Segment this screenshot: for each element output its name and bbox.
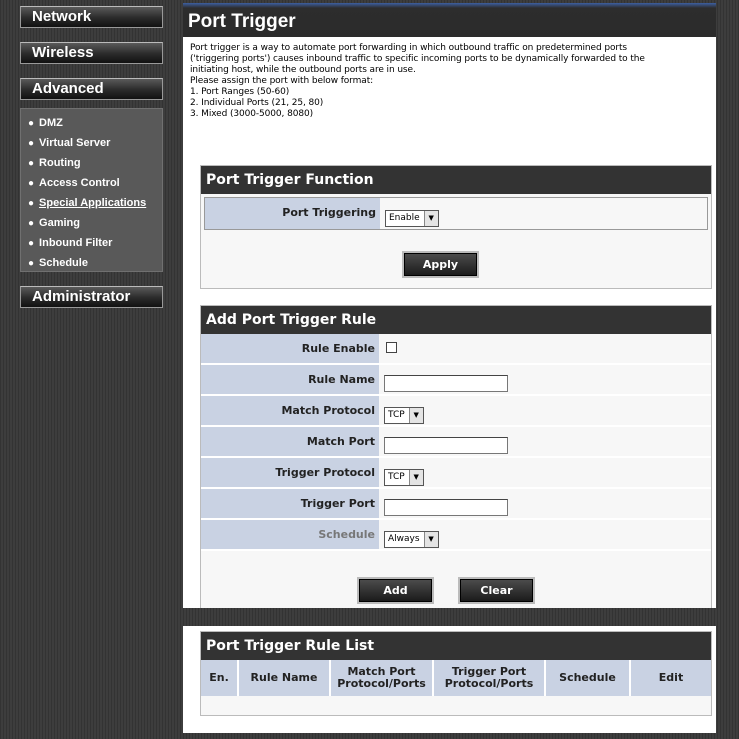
sidebar-item-virtual-server[interactable]: ● Virtual Server	[28, 137, 110, 153]
description-line: 3. Mixed (3000-5000, 8080)	[190, 109, 313, 119]
match-port-label: Match Port	[201, 427, 379, 456]
col-match-port: Match Port Protocol/Ports	[330, 660, 434, 696]
sidebar-item-schedule[interactable]: ● Schedule	[28, 257, 88, 273]
sidebar-item-label: Routing	[39, 157, 81, 169]
rule-enable-label: Rule Enable	[201, 334, 379, 363]
col-rule-name: Rule Name	[238, 660, 331, 696]
bullet-icon: ●	[28, 218, 35, 229]
description-line: 2. Individual Ports (21, 25, 80)	[190, 98, 324, 108]
chevron-down-icon[interactable]: ▼	[408, 407, 423, 423]
match-protocol-label: Match Protocol	[201, 396, 379, 425]
bullet-icon: ●	[28, 118, 35, 129]
schedule-label: Schedule	[201, 520, 379, 549]
chevron-down-icon[interactable]: ▼	[423, 531, 438, 547]
page-description: Port trigger is a way to automate port f…	[183, 37, 716, 120]
match-protocol-row: Match Protocol TCP ▼	[201, 396, 711, 427]
sidebar-item-special-applications[interactable]: ● Special Applications	[28, 197, 146, 213]
description-line: ('triggering ports') causes inbound traf…	[190, 54, 645, 64]
match-protocol-select[interactable]: TCP ▼	[384, 406, 424, 424]
match-port-row: Match Port	[201, 427, 711, 458]
match-port-input[interactable]	[384, 437, 508, 454]
port-trigger-function-section: Port Trigger Function Port Triggering En…	[200, 165, 712, 289]
menu-wireless[interactable]: Wireless	[20, 42, 163, 64]
col-en: En.	[201, 660, 239, 696]
select-value: TCP	[388, 410, 405, 420]
bullet-icon: ●	[28, 238, 35, 249]
description-line: Please assign the port with below format…	[190, 76, 374, 86]
port-triggering-label: Port Triggering	[205, 198, 380, 229]
rule-enable-row: Rule Enable	[201, 334, 711, 365]
trigger-protocol-row: Trigger Protocol TCP ▼	[201, 458, 711, 489]
rule-name-input[interactable]	[384, 375, 508, 392]
sidebar-item-inbound-filter[interactable]: ● Inbound Filter	[28, 237, 112, 253]
sidebar-item-gaming[interactable]: ● Gaming	[28, 217, 80, 233]
menu-administrator[interactable]: Administrator	[20, 286, 163, 308]
sidebar-item-label: Virtual Server	[39, 137, 111, 149]
schedule-select[interactable]: Always ▼	[384, 530, 439, 548]
sidebar-item-label: Access Control	[39, 177, 120, 189]
add-port-trigger-rule-section: Add Port Trigger Rule Rule Enable Rule N…	[200, 305, 712, 608]
description-line: initiating host, while the outbound port…	[190, 65, 416, 75]
sidebar-item-label: Gaming	[39, 217, 80, 229]
section-title: Add Port Trigger Rule	[201, 306, 711, 334]
chevron-down-icon[interactable]: ▼	[423, 210, 438, 226]
section-title: Port Trigger Function	[201, 166, 711, 194]
sidebar-item-label: Schedule	[39, 257, 88, 269]
port-trigger-rule-list-section: Port Trigger Rule List En. Rule Name Mat…	[200, 631, 712, 716]
bullet-icon: ●	[28, 258, 35, 269]
select-value: Always	[388, 534, 420, 544]
sidebar-item-access-control[interactable]: ● Access Control	[28, 177, 120, 193]
description-line: 1. Port Ranges (50-60)	[190, 87, 290, 97]
rule-list-table: En. Rule Name Match Port Protocol/Ports T…	[201, 660, 711, 696]
sidebar-item-label: Special Applications	[39, 197, 147, 209]
trigger-port-label: Trigger Port	[201, 489, 379, 518]
table-header-row: En. Rule Name Match Port Protocol/Ports T…	[201, 660, 711, 696]
add-button[interactable]: Add	[357, 577, 434, 604]
trigger-protocol-select[interactable]: TCP ▼	[384, 468, 424, 486]
main-panel: Port Trigger Port trigger is a way to au…	[183, 3, 716, 608]
col-schedule: Schedule	[545, 660, 631, 696]
function-table: Port Triggering Enable ▼	[204, 197, 708, 230]
sidebar-item-label: DMZ	[39, 117, 63, 129]
description-line: Port trigger is a way to automate port f…	[190, 43, 627, 53]
clear-button[interactable]: Clear	[458, 577, 535, 604]
menu-network[interactable]: Network	[20, 6, 163, 28]
bullet-icon: ●	[28, 138, 35, 149]
col-trigger-port-line2: Protocol/Ports	[444, 677, 534, 690]
trigger-port-row: Trigger Port	[201, 489, 711, 520]
sidebar: Network Wireless Advanced ● DMZ ● Virtual …	[0, 0, 175, 739]
bullet-icon: ●	[28, 178, 35, 189]
select-value: TCP	[388, 472, 405, 482]
col-edit: Edit	[630, 660, 711, 696]
sidebar-item-dmz[interactable]: ● DMZ	[28, 117, 63, 133]
section-title: Port Trigger Rule List	[201, 632, 711, 660]
advanced-submenu: ● DMZ ● Virtual Server ● Routing ● Access Co…	[20, 108, 163, 272]
port-triggering-select[interactable]: Enable ▼	[385, 209, 439, 227]
select-value: Enable	[389, 213, 420, 223]
bullet-icon: ●	[28, 158, 35, 169]
page-title: Port Trigger	[183, 3, 716, 37]
menu-advanced[interactable]: Advanced	[20, 78, 163, 100]
bullet-icon: ●	[28, 198, 35, 209]
apply-button[interactable]: Apply	[402, 251, 479, 278]
rule-enable-checkbox[interactable]	[386, 342, 397, 353]
schedule-row: Schedule Always ▼	[201, 520, 711, 551]
trigger-port-input[interactable]	[384, 499, 508, 516]
rule-name-label: Rule Name	[201, 365, 379, 394]
col-match-port-line2: Protocol/Ports	[337, 677, 426, 690]
port-triggering-row: Port Triggering Enable ▼	[205, 198, 707, 229]
trigger-protocol-label: Trigger Protocol	[201, 458, 379, 487]
rule-list-panel: Port Trigger Rule List En. Rule Name Mat…	[183, 626, 716, 733]
sidebar-item-routing[interactable]: ● Routing	[28, 157, 81, 173]
chevron-down-icon[interactable]: ▼	[408, 469, 423, 485]
col-trigger-port: Trigger Port Protocol/Ports	[433, 660, 546, 696]
sidebar-item-label: Inbound Filter	[39, 237, 113, 249]
rule-name-row: Rule Name	[201, 365, 711, 396]
